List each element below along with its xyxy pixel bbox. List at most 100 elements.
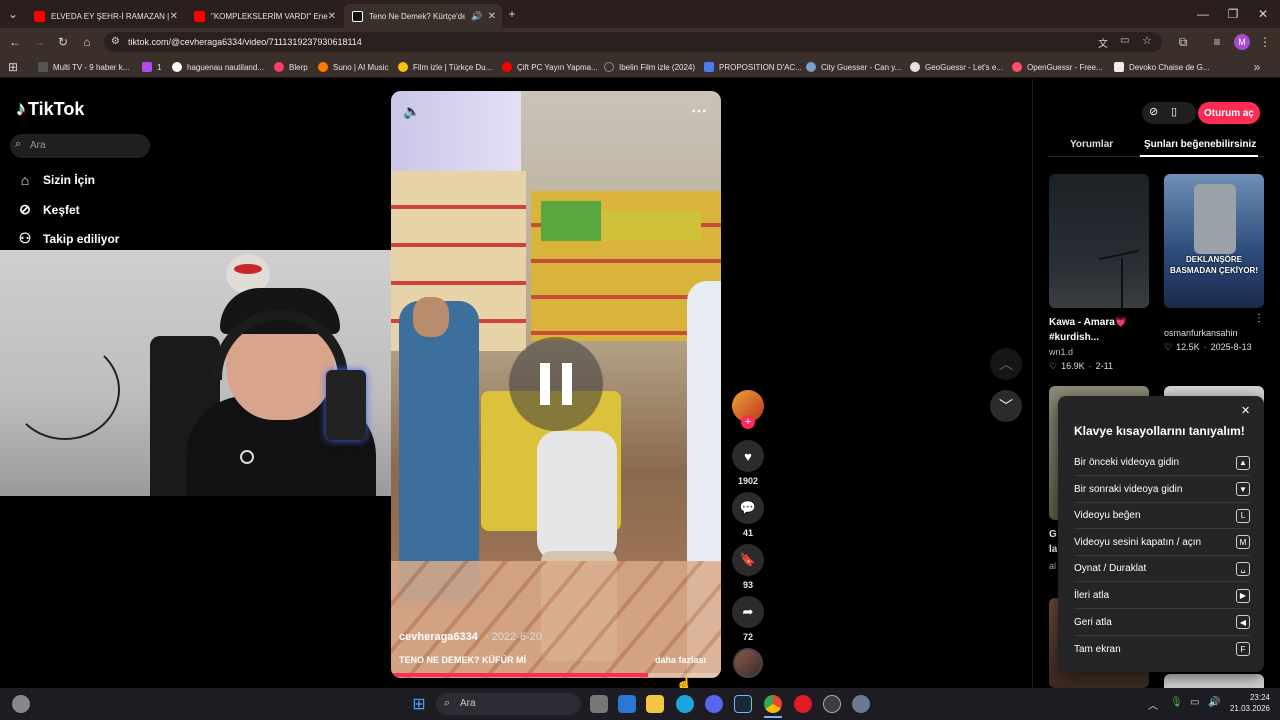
- tab-you-may-like[interactable]: Şunları beğenebilirsiniz: [1144, 139, 1256, 150]
- close-tab-icon[interactable]: ✕: [170, 11, 178, 22]
- translate-icon[interactable]: 文: [1098, 35, 1108, 50]
- browser-tab-3-active[interactable]: Teno Ne Demek? Kürtçe'de 🔊 ✕: [344, 4, 502, 28]
- login-button[interactable]: Oturum aç: [1198, 102, 1260, 124]
- bookmark-7[interactable]: Çift PC Yayın Yapma...: [502, 58, 598, 76]
- shortcut-label: Bir önceki videoya gidin: [1074, 457, 1180, 468]
- audio-playing-icon[interactable]: 🔊: [471, 11, 482, 22]
- reload-icon[interactable]: ↻: [54, 33, 72, 51]
- settings-gear-icon[interactable]: [852, 695, 870, 713]
- nav-explore[interactable]: ⊘ Keşfet: [16, 201, 80, 218]
- tiktok-logo[interactable]: ♪ TikTok: [16, 98, 84, 121]
- search-input[interactable]: ⌕ Ara: [10, 134, 150, 158]
- music-disc-icon[interactable]: [733, 648, 763, 678]
- more-options-icon[interactable]: ⋮: [1254, 313, 1264, 324]
- bookmark-favicon-icon: [1012, 62, 1022, 72]
- restore-icon[interactable]: ❐: [1224, 5, 1242, 23]
- suggestion-title-1[interactable]: Kawa - Amara💗 #kurdish...: [1049, 315, 1149, 345]
- bookmark-4[interactable]: Blerp: [274, 58, 308, 76]
- video-author[interactable]: cevheraga6334 · 2022-6-20: [399, 631, 542, 643]
- more-caption-link[interactable]: daha fazlası: [655, 655, 706, 665]
- home-icon[interactable]: ⌂: [78, 33, 96, 51]
- person-left-head: [413, 297, 449, 337]
- forward-icon[interactable]: →: [30, 33, 48, 51]
- pause-icon[interactable]: [509, 337, 603, 431]
- chrome-active-indicator: [764, 716, 782, 718]
- bookmark-8[interactable]: Ibelin Film izle (2024): [604, 58, 695, 76]
- profile-avatar[interactable]: M: [1234, 34, 1250, 50]
- volume-icon[interactable]: 🔈: [403, 103, 420, 120]
- panel-divider: [1032, 79, 1033, 688]
- bookmark-5[interactable]: Suno | AI Music: [318, 58, 388, 76]
- back-icon[interactable]: ←: [6, 33, 24, 51]
- steam-icon[interactable]: [734, 695, 752, 713]
- microphone-icon[interactable]: 🎙: [1170, 697, 1183, 708]
- taskbar-clock[interactable]: 23:24 21.03.2026: [1226, 692, 1270, 714]
- tray-overflow-icon[interactable]: ︿: [1148, 697, 1158, 712]
- bookmark-star-icon[interactable]: ☆: [1142, 34, 1152, 47]
- discord-icon[interactable]: [705, 695, 723, 713]
- follow-plus-icon[interactable]: +: [741, 415, 755, 429]
- nav-following[interactable]: ⚇ Takip ediliyor: [16, 230, 120, 247]
- bookmark-6[interactable]: Film izle | Türkçe Du...: [398, 58, 492, 76]
- address-bar[interactable]: ⚙ tiktok.com/@cevheraga6334/video/711131…: [104, 32, 1162, 52]
- menu-icon[interactable]: ⋮: [1256, 33, 1274, 51]
- chrome-icon[interactable]: [764, 695, 782, 713]
- bookmark-1[interactable]: Multi TV - 9 haber k...: [38, 58, 129, 76]
- save-button[interactable]: 🔖: [732, 544, 764, 576]
- suggestion-thumbnail-6[interactable]: [1164, 674, 1264, 688]
- suggestion-thumbnail-1[interactable]: [1049, 174, 1149, 308]
- previous-video-button[interactable]: ︿: [990, 348, 1022, 380]
- video-player[interactable]: 🔈 ⋯ cevheraga6334 · 2022-6-20 TENO NE DE…: [391, 91, 721, 678]
- browser-tab-2[interactable]: "KOMPLEKSLERİM VARDI" Ene ✕: [186, 4, 342, 28]
- opera-gx-icon[interactable]: [794, 695, 812, 713]
- browser-tab-1[interactable]: ELVEDA EY ŞEHR-İ RAMAZAN | ✕: [26, 4, 184, 28]
- nav-for-you[interactable]: ⌂ Sizin İçin: [16, 172, 95, 188]
- bookmark-10[interactable]: City Guesser - Can y...: [806, 58, 901, 76]
- bookmark-11[interactable]: GeoGuessr - Let's e...: [910, 58, 1003, 76]
- comment-icon: 💬: [739, 500, 757, 515]
- tab-search-icon[interactable]: ⌄: [4, 5, 22, 23]
- url-text[interactable]: tiktok.com/@cevheraga6334/video/71113192…: [128, 37, 362, 47]
- like-button[interactable]: ♥: [732, 440, 764, 472]
- site-info-icon[interactable]: ⚙: [111, 36, 120, 47]
- extensions-icon[interactable]: ⧉: [1174, 33, 1192, 51]
- minimize-icon[interactable]: —: [1194, 5, 1212, 23]
- compass-icon[interactable]: ⊘: [1149, 105, 1158, 118]
- reading-list-icon[interactable]: ≡: [1208, 33, 1226, 51]
- windows-start-icon[interactable]: ⊞: [410, 695, 428, 713]
- suggestion-meta-2: ♡ 12.5K · 2025-8-13: [1164, 342, 1252, 352]
- bookmark-9[interactable]: PROPOSITION D'AC...: [704, 58, 802, 76]
- bookmark-3[interactable]: haguenau nautiland...: [172, 58, 264, 76]
- edge-icon[interactable]: [676, 695, 694, 713]
- widgets-icon[interactable]: [12, 695, 30, 713]
- suggestion-author-2[interactable]: osmanfurkansahin: [1164, 328, 1238, 338]
- bookmark-2[interactable]: 1: [142, 58, 161, 76]
- device-icon[interactable]: ▯: [1171, 105, 1177, 118]
- cast-icon[interactable]: ▭: [1120, 35, 1129, 46]
- task-view-icon[interactable]: [590, 695, 608, 713]
- close-icon[interactable]: ✕: [1241, 404, 1250, 417]
- comment-button[interactable]: 💬: [732, 492, 764, 524]
- video-progress-fill: [391, 673, 649, 677]
- bookmark-13[interactable]: Devoko Chaise de G...: [1114, 58, 1209, 76]
- volume-icon[interactable]: 🔊: [1208, 697, 1220, 708]
- apps-grid-icon[interactable]: ⊞: [4, 58, 22, 76]
- next-video-button[interactable]: ﹀: [990, 390, 1022, 422]
- network-icon[interactable]: ▭: [1190, 697, 1199, 708]
- obs-icon[interactable]: [823, 695, 841, 713]
- video-progress-track[interactable]: [391, 673, 721, 677]
- bookmark-12[interactable]: OpenGuessr - Free...: [1012, 58, 1103, 76]
- tab-comments[interactable]: Yorumlar: [1070, 139, 1113, 150]
- more-bookmarks-icon[interactable]: »: [1248, 58, 1266, 76]
- store-icon[interactable]: [618, 695, 636, 713]
- share-button[interactable]: ➦: [732, 596, 764, 628]
- taskbar-search[interactable]: ⌕ Ara: [436, 693, 581, 715]
- file-explorer-icon[interactable]: [646, 695, 664, 713]
- suggestion-thumbnail-2[interactable]: DEKLANŞÖRE BASMADAN ÇEKİYOR!: [1164, 174, 1264, 308]
- suggestion-author-1[interactable]: wn1.d: [1049, 347, 1073, 357]
- close-window-icon[interactable]: ✕: [1254, 5, 1272, 23]
- new-tab-button[interactable]: +: [503, 5, 521, 23]
- close-tab-icon[interactable]: ✕: [488, 11, 496, 22]
- close-tab-icon[interactable]: ✕: [328, 11, 336, 22]
- more-options-icon[interactable]: ⋯: [691, 101, 707, 121]
